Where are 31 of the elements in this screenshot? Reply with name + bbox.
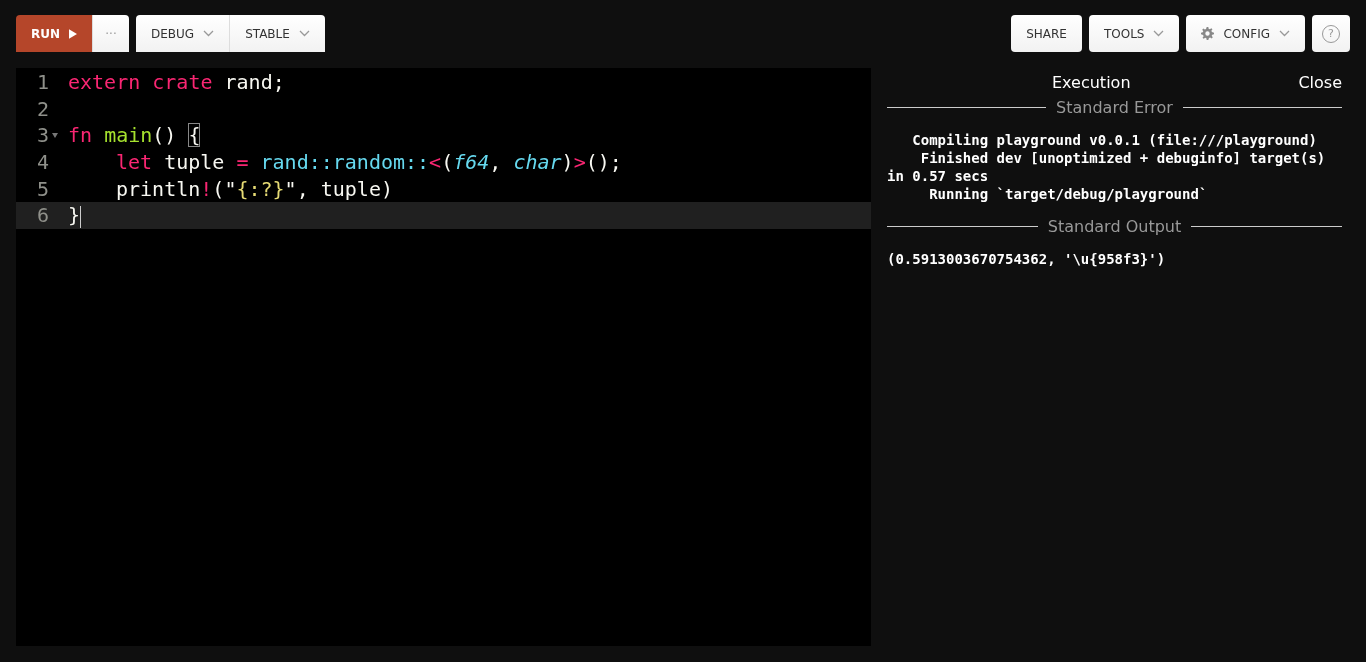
play-icon [69,27,77,40]
caret-icon [298,30,310,37]
line-number: 6 [36,203,49,228]
line-number: 2 [36,96,49,121]
code-line: } [68,203,82,228]
dropdown-button[interactable]: DEBUG [136,15,230,52]
section-heading: Standard Output [1047,217,1182,236]
console-output: (0.5913003670754362, '\u{958f3}') [887,250,1167,268]
caret-icon [1279,30,1290,37]
line-number: 5 [36,176,49,201]
dropdown-button[interactable]: STABLE [229,15,325,52]
section-heading: Standard Error [1056,98,1173,117]
code-editor[interactable]: 1 extern crate rand; 2 3 fn main() { 4 let tuple = rand::random::<(f64, char)>(); 5 println!("{:?}", tuple) 6 } [16,68,871,646]
panel-title: Execution [1052,73,1131,92]
code-line: extern crate rand; [68,70,285,95]
config-button[interactable]: CONFIG [1186,15,1305,52]
caret-icon [1153,30,1165,37]
fold-icon[interactable] [52,133,58,139]
caret-icon [203,30,215,37]
code-line: fn main() { [68,123,201,148]
console-output: Compiling playground v0.0.1 (file:///playground) Finished dev [unoptimized + debuginfo] target(s) in 0.57 secs Running `target/debug/playground` [887,131,1327,203]
close-button[interactable]: Close [1298,73,1342,92]
line-number: 1 [36,70,49,95]
code-line: println!("{:?}", tuple) [116,176,393,201]
share-button[interactable]: SHARE [1011,15,1082,52]
line-number: 4 [36,150,49,175]
code-line: let tuple = rand::random::<(f64, char)>(); [116,150,622,175]
dropdown-button[interactable]: TOOLS [1088,15,1180,52]
run-button[interactable]: RUN [16,15,92,52]
gear-icon [1201,27,1215,40]
line-number: 3 [36,123,49,148]
